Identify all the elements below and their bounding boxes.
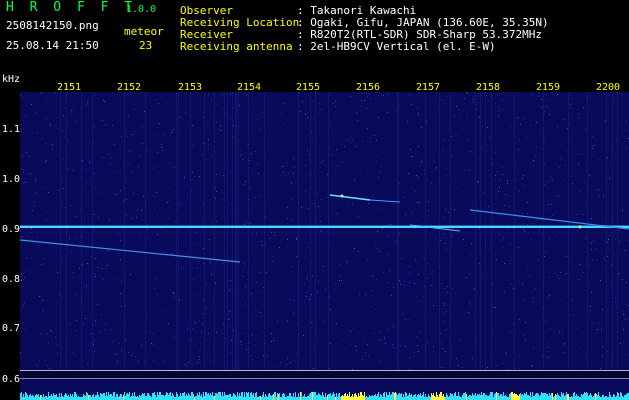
freq-tick-0-9: 0.9 (2, 224, 21, 235)
freq-tick-1-1: 1.1 (2, 124, 21, 135)
khz-unit-label: kHz (2, 74, 21, 85)
freq-tick-0-8: 0.8 (2, 274, 21, 285)
datetime-label: 25.08.14 21:50 (6, 39, 99, 52)
app-logo: H R O F F T (6, 0, 137, 15)
meteor-label: meteor (124, 25, 164, 38)
antenna-value: : 2el-HB9CV Vertical (el. E-W) (297, 40, 496, 53)
waterfall-canvas (20, 92, 629, 400)
antenna-key: Receiving antenna (180, 40, 293, 53)
freq-tick-1-0: 1.0 (2, 174, 21, 185)
header-panel: H R O F F T 1.0.0 2508142150.png 25.08.1… (0, 0, 629, 76)
freq-tick-0-6: 0.6 (2, 374, 21, 385)
filename-label: 2508142150.png (6, 19, 99, 32)
freq-tick-0-7: 0.7 (2, 323, 21, 334)
app-version: 1.0.0 (126, 4, 157, 15)
meteor-count: 23 (139, 39, 153, 52)
waterfall-display (20, 92, 629, 400)
